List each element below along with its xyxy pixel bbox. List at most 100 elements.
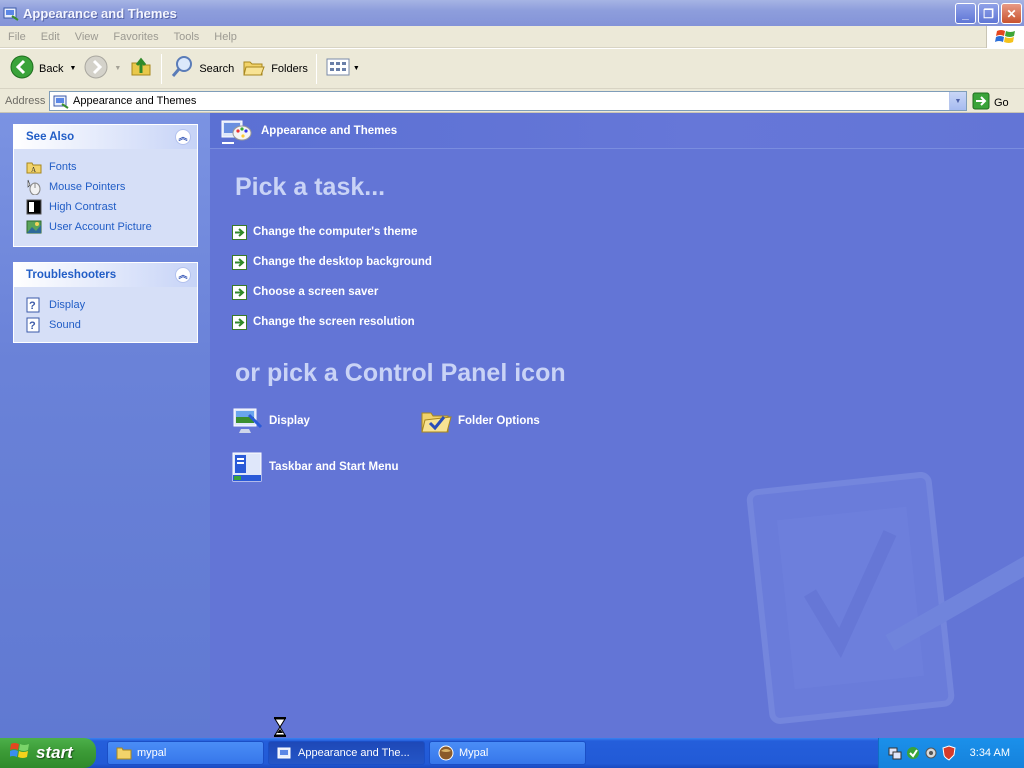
folder-options-icon: [421, 412, 452, 433]
see-also-mouse-pointers[interactable]: Mouse Pointers: [26, 177, 197, 197]
title-bar: Appearance and Themes _ ❐ ✕: [0, 0, 1024, 26]
control-panel-icon: [3, 5, 19, 21]
menu-bar: File Edit View Favorites Tools Help: [0, 26, 1024, 48]
task-change-background-label: Change the desktop background: [253, 256, 432, 268]
toolbar-separator: [315, 53, 317, 84]
task-arrow-icon: [232, 284, 247, 300]
toolbar: Back ▼ ▼ Search Folders ▼: [0, 49, 1024, 89]
forward-dropdown-icon[interactable]: ▼: [114, 65, 121, 72]
svg-text:A: A: [31, 166, 36, 174]
go-button[interactable]: Go: [972, 92, 1009, 113]
forward-arrow-icon: [84, 55, 108, 82]
cp-icon-taskbar[interactable]: Taskbar and Start Menu: [231, 451, 399, 483]
task-change-background[interactable]: Change the desktop background: [232, 247, 432, 277]
task-arrow-icon: [232, 254, 247, 270]
menu-tools[interactable]: Tools: [166, 31, 207, 43]
start-label: start: [36, 743, 73, 762]
collapse-icon[interactable]: ︽: [175, 129, 191, 145]
task-pane: See Also ︽ A Fonts Mouse Pointers High C…: [0, 113, 210, 738]
address-bar: Address Appearance and Themes ▼ Go: [0, 89, 1024, 113]
menu-help[interactable]: Help: [206, 31, 244, 43]
address-input[interactable]: Appearance and Themes ▼: [49, 91, 967, 111]
display-icon: [233, 408, 263, 433]
taskbar-button-mypal-browser[interactable]: Mypal: [429, 741, 586, 765]
see-also-high-contrast[interactable]: High Contrast: [26, 197, 197, 217]
cp-icon-display[interactable]: Display: [231, 405, 310, 437]
troubleshooter-sound[interactable]: ? Sound: [26, 315, 197, 335]
appearance-themes-icon: [220, 115, 252, 147]
troubleshooter-display[interactable]: ? Display: [26, 295, 197, 315]
restore-button[interactable]: ❐: [978, 3, 999, 24]
see-also-fonts[interactable]: A Fonts: [26, 157, 197, 177]
task-screen-resolution[interactable]: Change the screen resolution: [232, 307, 432, 337]
tray-settings-icon[interactable]: [923, 745, 939, 761]
taskbar-button-appearance[interactable]: Appearance and The...: [268, 741, 425, 765]
cp-icon-taskbar-label: Taskbar and Start Menu: [269, 461, 399, 473]
see-also-mouse-pointers-label: Mouse Pointers: [49, 181, 126, 193]
taskbar: start mypal Appearance and The... Mypal …: [0, 738, 1024, 768]
folders-icon: [242, 55, 266, 82]
task-screen-resolution-label: Change the screen resolution: [253, 316, 415, 328]
system-tray: 3:34 AM: [878, 738, 1024, 768]
troubleshooter-display-label: Display: [49, 299, 86, 311]
search-label: Search: [199, 62, 235, 75]
menu-view[interactable]: View: [67, 31, 106, 43]
back-label: Back: [39, 62, 64, 75]
tray-update-icon[interactable]: [905, 745, 921, 761]
svg-text:?: ?: [29, 300, 36, 312]
pick-task-heading: Pick a task...: [235, 173, 386, 201]
task-change-theme[interactable]: Change the computer's theme: [232, 217, 432, 247]
taskbar-button-label: Appearance and The...: [298, 747, 410, 759]
task-change-theme-label: Change the computer's theme: [253, 226, 418, 238]
up-button[interactable]: [125, 52, 157, 86]
address-dropdown-button[interactable]: ▼: [949, 92, 966, 110]
browser-icon: [438, 745, 454, 761]
forward-button[interactable]: ▼: [80, 52, 125, 86]
tray-security-shield-icon[interactable]: [941, 745, 957, 761]
high-contrast-icon: [26, 199, 42, 215]
svg-text:?: ?: [29, 320, 36, 332]
see-also-panel: See Also ︽ A Fonts Mouse Pointers High C…: [13, 124, 198, 247]
back-button[interactable]: Back ▼: [6, 52, 80, 86]
address-label: Address: [5, 94, 46, 107]
minimize-icon: _: [962, 6, 969, 21]
troubleshooters-header[interactable]: Troubleshooters ︽: [14, 263, 197, 287]
control-panel-icon: [53, 93, 69, 109]
tray-clock[interactable]: 3:34 AM: [970, 747, 1010, 759]
task-arrow-icon: [232, 314, 247, 330]
tray-network-icon[interactable]: [887, 745, 903, 761]
go-label: Go: [994, 96, 1009, 109]
back-dropdown-icon[interactable]: ▼: [69, 65, 76, 72]
close-button[interactable]: ✕: [1001, 3, 1022, 24]
cp-icon-folder-options[interactable]: Folder Options: [420, 405, 540, 437]
views-button[interactable]: ▼: [321, 52, 364, 86]
minimize-button[interactable]: _: [955, 3, 976, 24]
troubleshooters-panel: Troubleshooters ︽ ? Display ? Sound: [13, 262, 198, 343]
taskbar-button-label: mypal: [137, 747, 167, 759]
user-picture-icon: [26, 219, 42, 235]
collapse-icon[interactable]: ︽: [175, 267, 191, 283]
task-screen-saver[interactable]: Choose a screen saver: [232, 277, 432, 307]
taskbar-button-mypal-folder[interactable]: mypal: [107, 741, 264, 765]
start-button[interactable]: start: [0, 738, 96, 768]
see-also-header[interactable]: See Also ︽: [14, 125, 197, 149]
see-also-fonts-label: Fonts: [49, 161, 77, 173]
task-screen-saver-label: Choose a screen saver: [253, 286, 379, 298]
menu-file[interactable]: File: [0, 31, 33, 43]
windows-logo-icon: [986, 26, 1024, 48]
content-header: Appearance and Themes: [210, 113, 1024, 149]
help-icon: ?: [26, 297, 42, 313]
toolbar-separator: [161, 53, 163, 84]
search-button[interactable]: Search: [166, 52, 238, 86]
views-icon: [325, 56, 351, 81]
task-arrow-icon: [232, 224, 247, 240]
back-arrow-icon: [10, 55, 34, 82]
menu-favorites[interactable]: Favorites: [105, 31, 165, 43]
content-header-title: Appearance and Themes: [261, 124, 398, 137]
close-icon: ✕: [1006, 6, 1017, 21]
mouse-icon: [26, 179, 42, 195]
menu-edit[interactable]: Edit: [33, 31, 67, 43]
taskbar-icon: [232, 452, 262, 482]
folders-button[interactable]: Folders: [238, 52, 312, 86]
see-also-user-account-picture[interactable]: User Account Picture: [26, 217, 197, 237]
